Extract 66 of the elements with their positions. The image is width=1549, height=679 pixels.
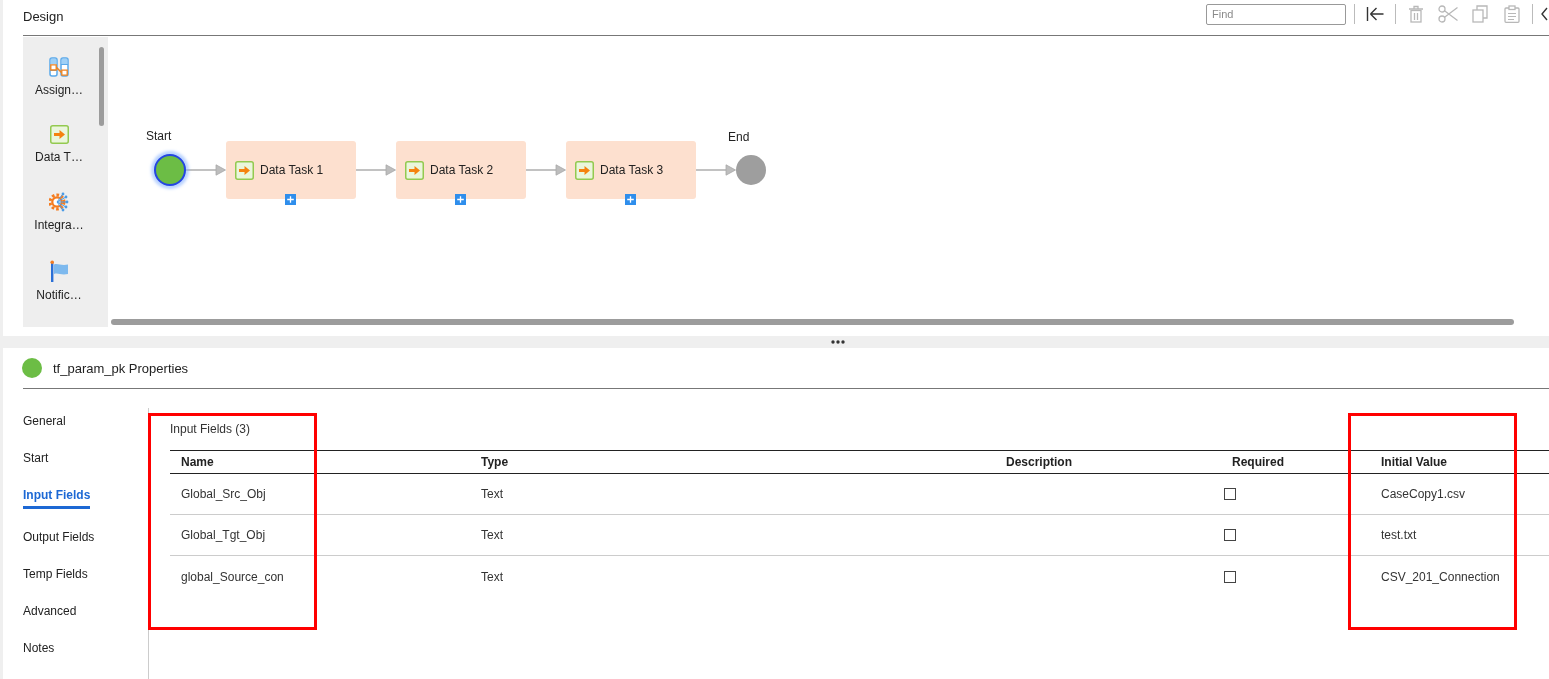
task-node[interactable]: Data Task 3 xyxy=(566,141,696,199)
connector-arrow xyxy=(356,164,396,176)
palette-item[interactable]: Data T… xyxy=(23,125,95,164)
palette-item[interactable]: Integra… xyxy=(23,192,95,232)
drag-handle-icon[interactable] xyxy=(831,340,845,344)
table-cell: Text xyxy=(481,569,503,584)
section-tab[interactable]: General xyxy=(23,403,66,440)
copy-icon xyxy=(1472,5,1488,23)
section-title: Input Fields (3) xyxy=(170,421,251,437)
checkbox[interactable] xyxy=(1224,488,1236,500)
search-field[interactable]: Find xyxy=(1206,3,1346,25)
checkbox[interactable] xyxy=(1224,529,1236,541)
node-label: Start xyxy=(146,128,172,144)
chevron-left-icon xyxy=(1541,7,1548,21)
palette-item[interactable]: Assign… xyxy=(23,57,95,97)
section-tab[interactable]: Temp Fields xyxy=(23,556,88,593)
column-header: Name xyxy=(181,455,214,469)
table-cell: Global_Src_Obj xyxy=(181,487,266,501)
start-node[interactable] xyxy=(154,154,186,186)
panel-title: tf_param_pk Properties xyxy=(53,360,189,376)
section-tab[interactable]: Input Fields xyxy=(23,477,91,509)
column-header: Type xyxy=(481,455,509,469)
task-label: Data Task 1 xyxy=(260,163,324,177)
horizontal-scrollbar[interactable] xyxy=(111,319,1514,325)
scissors-icon xyxy=(1438,5,1458,23)
table-cell: test.txt xyxy=(1381,528,1417,542)
flag-icon xyxy=(49,260,69,282)
add-icon[interactable] xyxy=(455,194,466,205)
arrow-box-icon xyxy=(575,160,594,180)
add-icon[interactable] xyxy=(285,194,296,205)
connector-arrow xyxy=(186,164,226,176)
checkbox[interactable] xyxy=(1224,570,1236,583)
section-tab[interactable]: Notes xyxy=(23,630,55,667)
section-tab[interactable]: Advanced xyxy=(23,593,77,630)
table-cell: Text xyxy=(481,487,503,501)
table-cell: Global_Tgt_Obj xyxy=(181,528,266,542)
table-cell: Text xyxy=(481,528,503,542)
section-tab[interactable]: Output Fields xyxy=(23,519,95,556)
task-label: Data Task 3 xyxy=(600,163,664,177)
node-label: End xyxy=(728,129,750,145)
trash-icon xyxy=(1408,5,1424,23)
column-header: Required xyxy=(1232,455,1284,469)
arrow-box-icon xyxy=(235,160,254,180)
section-tab[interactable]: Start xyxy=(23,440,49,477)
connector-arrow xyxy=(696,164,736,176)
task-node[interactable]: Data Task 2 xyxy=(396,141,526,199)
table-cell: CSV_201_Connection xyxy=(1381,569,1500,584)
column-header: Description xyxy=(1006,455,1072,469)
panel-title: Design xyxy=(23,9,64,25)
table-cell: CaseCopy1.csv xyxy=(1381,487,1466,501)
end-node[interactable] xyxy=(736,155,766,185)
gear-icon xyxy=(49,192,69,212)
add-icon[interactable] xyxy=(625,194,636,205)
vertical-scrollbar[interactable] xyxy=(99,47,104,126)
palette-item[interactable]: Notific… xyxy=(23,260,95,302)
arrow-box-icon xyxy=(49,125,69,144)
arrow-to-bar-icon xyxy=(1366,6,1384,22)
task-node[interactable]: Data Task 1 xyxy=(226,141,356,199)
circle-icon xyxy=(22,358,42,378)
column-header: Initial Value xyxy=(1381,455,1448,469)
clipboard-icon xyxy=(1504,5,1520,23)
connector-arrow xyxy=(526,164,566,176)
table-cell: global_Source_con xyxy=(181,569,284,584)
task-label: Data Task 2 xyxy=(430,163,494,177)
arrow-box-icon xyxy=(405,160,424,180)
columns-link-icon xyxy=(49,57,69,77)
